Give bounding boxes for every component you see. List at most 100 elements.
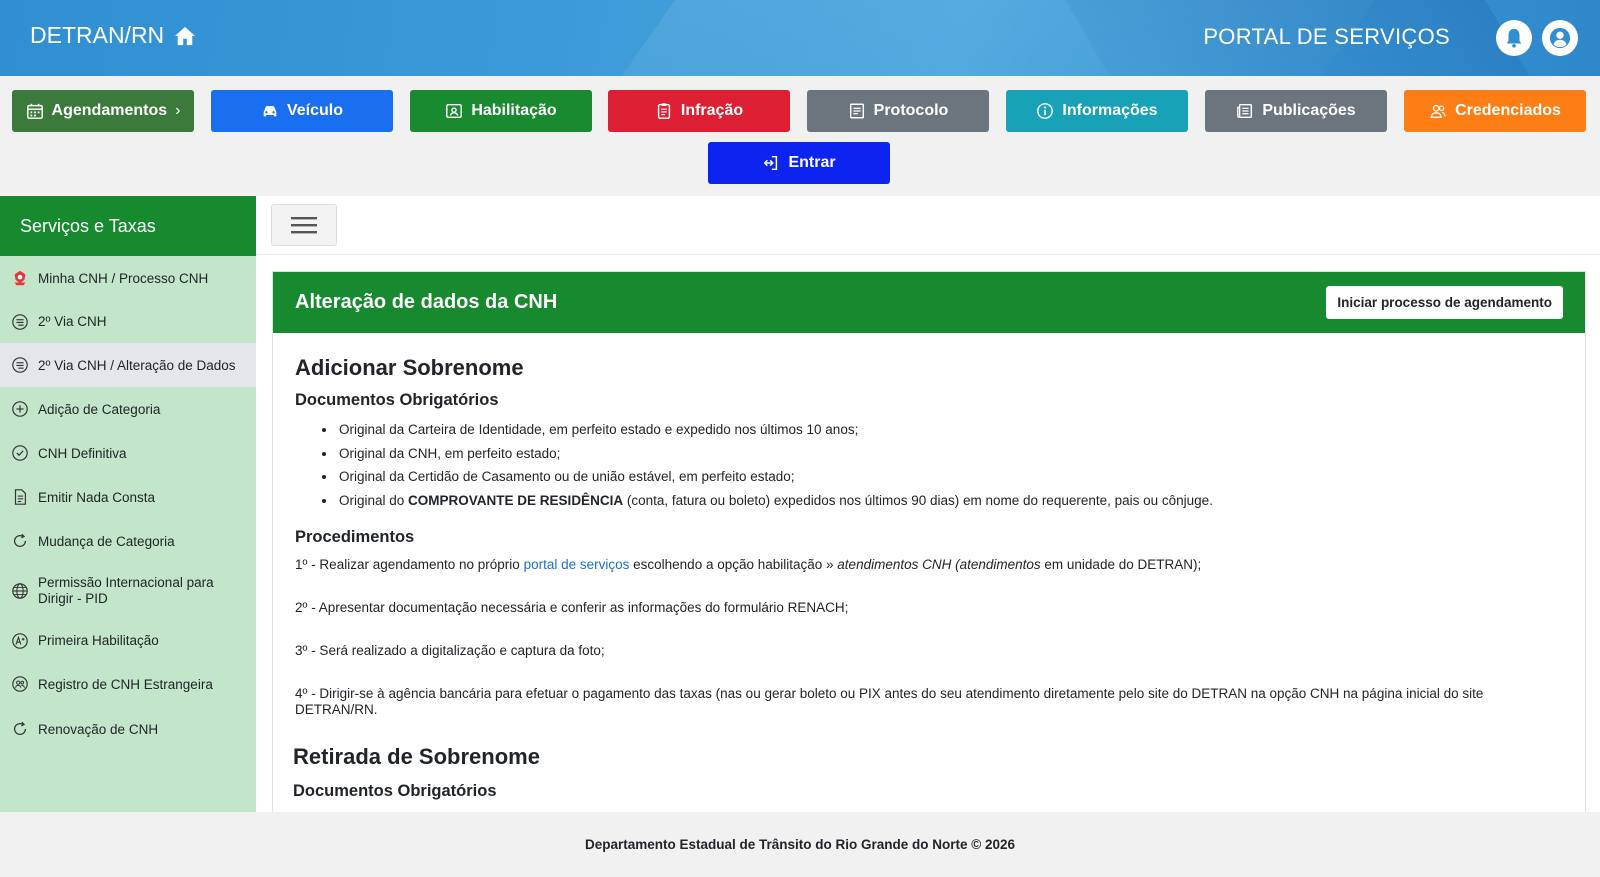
newspaper-icon: [1237, 103, 1253, 119]
a-plus-icon: [12, 632, 28, 649]
doc4-post: (conta, fatura ou boleto) expedidos nos …: [623, 492, 1213, 508]
globe-icon: [12, 583, 28, 599]
nav-veiculo-button[interactable]: Veículo: [211, 90, 393, 132]
clipboard-icon: [657, 103, 670, 119]
sidebar-item-label: Renovação de CNH: [38, 721, 159, 737]
file-text-icon: [14, 489, 26, 505]
refresh-icon: [13, 721, 27, 735]
section-title-adicionar: Adicionar Sobrenome: [295, 355, 524, 380]
nav-habilitacao-label: Habilitação: [471, 102, 557, 119]
sidebar-item-label: Registro de CNH Estrangeira: [38, 676, 213, 692]
sidebar-item-label: Permissão Internacional para Dirigir - P…: [38, 575, 214, 606]
service-card: Alteração de dados da CNH Iniciar proces…: [272, 271, 1586, 812]
procedure-step-4: 4º - Dirigir-se à agência bancária para …: [295, 686, 1484, 717]
chevron-right-icon: ›: [175, 102, 181, 119]
proc1-italic: atendimentos CNH (atendimentos: [837, 557, 1041, 572]
sidebar-item-label: 2º Via CNH: [38, 314, 107, 329]
content-divider: [256, 254, 1600, 255]
login-icon: [764, 155, 778, 171]
list-item: Original da Certidão de Casamento ou de …: [337, 465, 1563, 489]
nav-publicacoes-button[interactable]: Publicações: [1205, 90, 1387, 132]
hamburger-menu-icon: [291, 217, 317, 234]
nav-habilitacao-button[interactable]: Habilitação: [410, 90, 592, 132]
doc4-bold: COMPROVANTE DE RESIDÊNCIA: [408, 492, 624, 508]
sidebar-item-pid[interactable]: Permissão Internacional para Dirigir - P…: [0, 563, 256, 619]
top-header: DETRAN/RN PORTAL DE SERVIÇOS: [0, 0, 1600, 76]
portal-title: PORTAL DE SERVIÇOS: [1203, 24, 1450, 49]
sidebar-item-mudanca-categoria[interactable]: Mudança de Categoria: [0, 519, 256, 563]
sidebar-item-2via-cnh[interactable]: 2º Via CNH: [0, 300, 256, 343]
card-title: Alteração de dados da CNH: [295, 291, 558, 313]
nav-protocolo-label: Protocolo: [873, 102, 949, 119]
sidebar-item-label: 2º Via CNH / Alteração de Dados: [38, 357, 236, 373]
list-item: Original da Carteira de Identidade, em p…: [337, 418, 1563, 442]
users-circle-icon: [12, 676, 28, 692]
nav-informacoes-label: Informações: [1062, 102, 1158, 119]
plus-circle-icon: [12, 401, 28, 417]
nav-protocolo-button[interactable]: Protocolo: [807, 90, 989, 132]
bell-icon: [1506, 28, 1522, 48]
sidebar: Serviços e Taxas Minha CNH / Processo CN…: [0, 196, 256, 812]
brand-title: DETRAN/RN: [30, 22, 165, 48]
docs-title-retirada: Documentos Obrigatórios: [293, 782, 497, 800]
list-circle-icon: [12, 357, 28, 373]
nav-veiculo-label: Veículo: [286, 102, 344, 119]
sidebar-item-label: Adição de Categoria: [38, 401, 161, 417]
start-scheduling-button[interactable]: Iniciar processo de agendamento: [1326, 286, 1563, 319]
sidebar-toggle-button[interactable]: [271, 204, 337, 246]
sidebar-item-cnh-definitiva[interactable]: CNH Definitiva: [0, 431, 256, 475]
docs-list: Original da Carteira de Identidade, em p…: [337, 418, 1563, 512]
home-icon: [175, 26, 196, 45]
check-circle-icon: [12, 445, 28, 461]
proc1-post: em unidade do DETRAN);: [1040, 557, 1202, 572]
footer-text: Departamento Estadual de Trânsito do Rio…: [584, 837, 1016, 852]
notifications-button[interactable]: [1496, 20, 1532, 56]
sidebar-item-label: Primeira Habilitação: [38, 633, 159, 648]
nav-informacoes-button[interactable]: Informações: [1006, 90, 1188, 132]
procedure-step-2: 2º - Apresentar documentação necessária …: [295, 600, 849, 615]
doc4-pre: Original do: [339, 492, 409, 508]
list-item: Original do COMPROVANTE DE RESIDÊNCIA (c…: [337, 489, 1563, 513]
main-content: Alteração de dados da CNH Iniciar proces…: [256, 196, 1600, 812]
card-body: Adicionar Sobrenome Documentos Obrigatór…: [273, 333, 1585, 801]
sidebar-item-adicao-categoria[interactable]: Adição de Categoria: [0, 387, 256, 431]
nav-agendamentos-button[interactable]: Agendamentos ›: [12, 90, 194, 132]
sidebar-item-label: Minha CNH / Processo CNH: [38, 270, 209, 286]
list-circle-icon: [12, 313, 28, 330]
enter-label: Entrar: [788, 154, 836, 171]
enter-button[interactable]: Entrar: [708, 142, 890, 184]
cnh-hat-icon: [14, 270, 26, 286]
car-icon: [263, 106, 277, 117]
procedures-title: Procedimentos: [295, 528, 415, 546]
nav-agendamentos-label: Agendamentos: [51, 102, 168, 119]
sidebar-item-cnh-estrangeira[interactable]: Registro de CNH Estrangeira: [0, 662, 256, 706]
sidebar-item-minha-cnh[interactable]: Minha CNH / Processo CNH: [0, 256, 256, 300]
procedure-step-3: 3º - Será realizado a digitalização e ca…: [295, 643, 605, 658]
id-card-icon: [446, 103, 463, 119]
users-icon: [1430, 104, 1446, 118]
nav-infracao-button[interactable]: Infração: [608, 90, 790, 132]
footer: Departamento Estadual de Trânsito do Rio…: [0, 812, 1600, 877]
proc1-pre: 1º - Realizar agendamento no próprio: [295, 557, 524, 572]
nav-credenciados-button[interactable]: Credenciados: [1404, 90, 1586, 132]
card-header: Alteração de dados da CNH Iniciar proces…: [273, 272, 1585, 333]
list-item: Original da CNH, em perfeito estado;: [337, 442, 1563, 466]
sidebar-item-primeira-habilitacao[interactable]: Primeira Habilitação: [0, 619, 256, 662]
info-icon: [1037, 103, 1054, 119]
nav-infracao-label: Infração: [680, 102, 744, 119]
user-icon: [1549, 27, 1571, 49]
docs-title: Documentos Obrigatórios: [295, 391, 499, 409]
user-button[interactable]: [1542, 20, 1578, 56]
sidebar-item-label: Mudança de Categoria: [38, 533, 175, 549]
brand-link[interactable]: DETRAN/RN: [30, 22, 196, 49]
sidebar-title: Serviços e Taxas: [0, 196, 256, 256]
portal-servicos-link[interactable]: portal de serviços: [524, 557, 630, 572]
sidebar-item-label: Emitir Nada Consta: [38, 489, 156, 505]
sidebar-item-nada-consta[interactable]: Emitir Nada Consta: [0, 475, 256, 519]
sidebar-item-renovacao[interactable]: Renovação de CNH: [0, 706, 256, 752]
sidebar-item-2via-alteracao[interactable]: 2º Via CNH / Alteração de Dados: [0, 343, 256, 387]
calendar-icon: [26, 103, 43, 119]
refresh-icon: [13, 533, 27, 547]
section-title-retirada: Retirada de Sobrenome: [293, 744, 540, 769]
nav-credenciados-label: Credenciados: [1455, 102, 1561, 119]
